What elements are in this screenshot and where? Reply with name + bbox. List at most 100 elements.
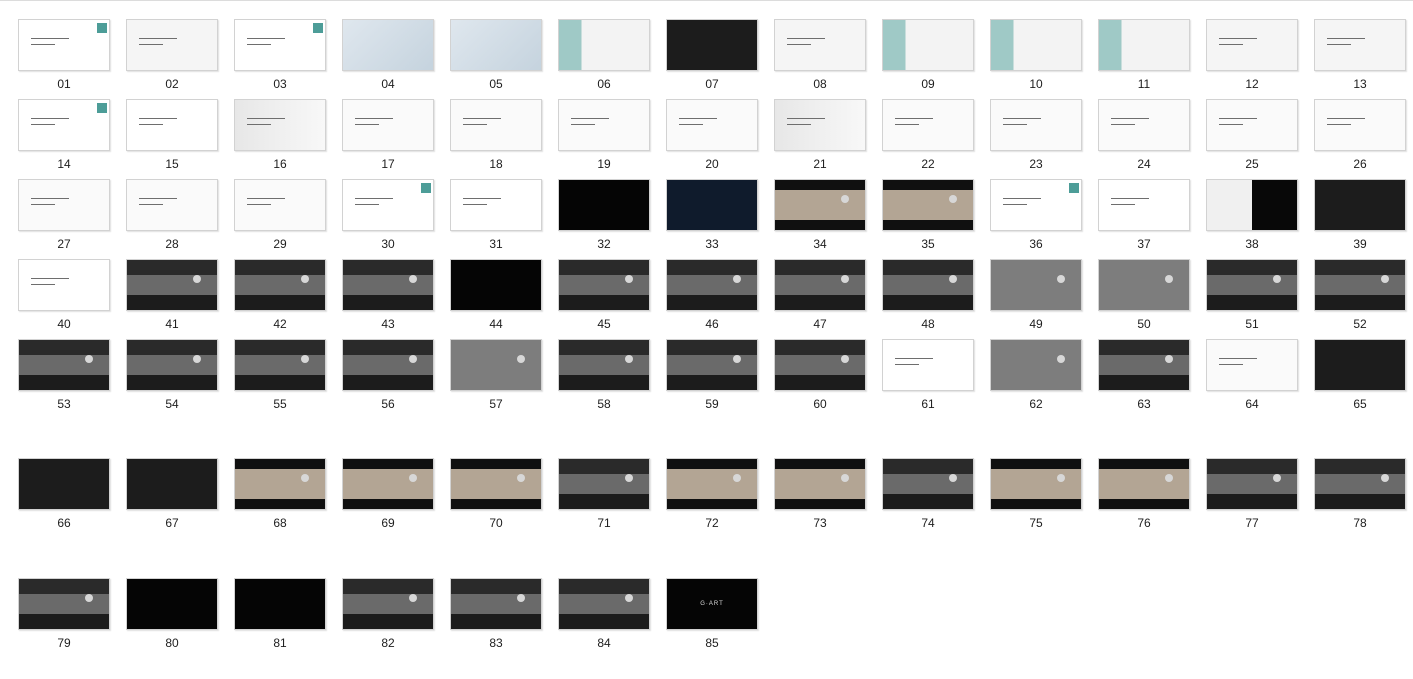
slide-preview[interactable]	[450, 179, 542, 231]
slide-preview[interactable]	[990, 458, 1082, 510]
slide-preview[interactable]	[774, 458, 866, 510]
preview-line	[31, 278, 69, 279]
slide-preview[interactable]	[774, 179, 866, 231]
slide-preview[interactable]	[666, 339, 758, 391]
slide-preview[interactable]	[1098, 179, 1190, 231]
slide-preview[interactable]	[1206, 458, 1298, 510]
preview-mark	[625, 594, 633, 602]
slide-preview[interactable]	[1206, 19, 1298, 71]
slide-preview[interactable]	[666, 259, 758, 311]
slide-preview[interactable]	[666, 179, 758, 231]
slide-preview[interactable]	[342, 259, 434, 311]
slide-preview[interactable]	[666, 458, 758, 510]
slide-preview[interactable]	[450, 458, 542, 510]
preview-mark	[409, 594, 417, 602]
slide-preview[interactable]	[342, 578, 434, 630]
preview-line	[247, 198, 285, 199]
slide-preview[interactable]	[1314, 179, 1406, 231]
preview-line	[31, 204, 55, 205]
slide-preview[interactable]	[882, 339, 974, 391]
slide-preview[interactable]	[450, 259, 542, 311]
slide-preview[interactable]	[1206, 99, 1298, 151]
slide-number: 83	[489, 636, 503, 650]
slide-preview[interactable]	[558, 99, 650, 151]
slide-preview[interactable]	[234, 578, 326, 630]
slide-preview[interactable]	[1206, 259, 1298, 311]
slide-preview[interactable]	[1314, 99, 1406, 151]
slide-preview[interactable]	[990, 339, 1082, 391]
slide-preview[interactable]	[558, 179, 650, 231]
slide-preview[interactable]	[1206, 179, 1298, 231]
preview-line	[31, 198, 69, 199]
slide-preview[interactable]	[450, 578, 542, 630]
slide-preview[interactable]	[234, 179, 326, 231]
slide-preview[interactable]	[126, 99, 218, 151]
slide-preview[interactable]	[342, 339, 434, 391]
slide-preview[interactable]	[558, 259, 650, 311]
slide-preview[interactable]	[234, 19, 326, 71]
slide-preview[interactable]	[234, 458, 326, 510]
slide-preview[interactable]	[450, 339, 542, 391]
slide-preview[interactable]	[558, 578, 650, 630]
slide-preview[interactable]	[18, 19, 110, 71]
slide-preview[interactable]	[990, 19, 1082, 71]
slide-preview[interactable]	[450, 99, 542, 151]
slide-preview[interactable]	[126, 179, 218, 231]
slide-preview[interactable]	[342, 99, 434, 151]
slide-preview[interactable]	[1314, 259, 1406, 311]
slide-number: 71	[597, 516, 611, 530]
slide-preview[interactable]	[1098, 99, 1190, 151]
slide-preview[interactable]	[666, 19, 758, 71]
slide-preview[interactable]	[126, 19, 218, 71]
slide-preview[interactable]	[1098, 339, 1190, 391]
preview-line	[1219, 364, 1243, 365]
slide-preview[interactable]	[882, 99, 974, 151]
slide-preview[interactable]	[990, 259, 1082, 311]
slide-preview[interactable]	[234, 259, 326, 311]
slide-preview[interactable]	[234, 339, 326, 391]
slide-preview[interactable]	[1098, 19, 1190, 71]
slide-preview[interactable]	[18, 179, 110, 231]
slide-preview[interactable]	[1314, 339, 1406, 391]
slide-preview[interactable]	[126, 259, 218, 311]
slide-preview[interactable]	[990, 179, 1082, 231]
slide-preview[interactable]	[18, 578, 110, 630]
slide-preview[interactable]	[1314, 19, 1406, 71]
slide-preview[interactable]	[1314, 458, 1406, 510]
slide-preview[interactable]	[774, 339, 866, 391]
slide-preview[interactable]	[882, 458, 974, 510]
slide-preview[interactable]	[774, 99, 866, 151]
slide-preview[interactable]	[558, 458, 650, 510]
slide-preview[interactable]	[882, 19, 974, 71]
slide-preview[interactable]	[774, 19, 866, 71]
slide-preview[interactable]	[450, 19, 542, 71]
slide-preview[interactable]	[1098, 458, 1190, 510]
slide-preview[interactable]	[990, 99, 1082, 151]
slide-preview[interactable]	[666, 99, 758, 151]
slide-preview[interactable]	[558, 339, 650, 391]
slide-preview[interactable]	[1206, 339, 1298, 391]
slide-number: 43	[381, 317, 395, 331]
slide-preview[interactable]	[18, 458, 110, 510]
preview-mark	[1273, 474, 1281, 482]
slide-preview[interactable]	[18, 259, 110, 311]
slide-number: 65	[1353, 397, 1367, 411]
slide-preview[interactable]	[18, 339, 110, 391]
slide-preview[interactable]	[234, 99, 326, 151]
slide-preview[interactable]	[774, 259, 866, 311]
slide-number: 11	[1137, 77, 1151, 91]
slide-number: 74	[921, 516, 935, 530]
slide-preview[interactable]	[18, 99, 110, 151]
slide-preview[interactable]	[342, 458, 434, 510]
slide-preview[interactable]	[882, 259, 974, 311]
slide-preview[interactable]	[342, 19, 434, 71]
slide-number: 14	[57, 157, 71, 171]
slide-preview[interactable]	[342, 179, 434, 231]
slide-preview[interactable]: G·ART	[666, 578, 758, 630]
slide-preview[interactable]	[1098, 259, 1190, 311]
slide-preview[interactable]	[126, 578, 218, 630]
slide-preview[interactable]	[126, 458, 218, 510]
slide-preview[interactable]	[882, 179, 974, 231]
slide-preview[interactable]	[126, 339, 218, 391]
slide-preview[interactable]	[558, 19, 650, 71]
